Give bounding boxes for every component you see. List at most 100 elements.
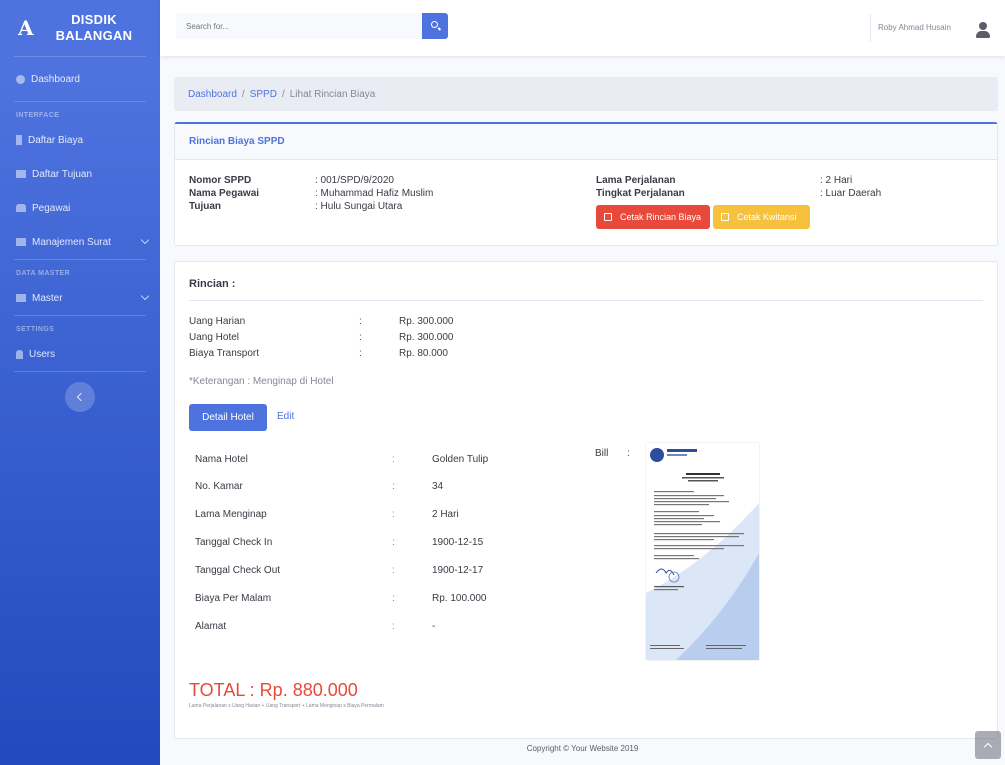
button-label: Cetak Kwitansi <box>737 212 797 222</box>
sidebar-divider <box>14 371 146 372</box>
dashboard-icon <box>16 74 25 84</box>
brand[interactable]: A DISDIK BALANGAN <box>0 0 160 56</box>
cost-colon: : <box>359 316 362 327</box>
hotel-label: Alamat <box>195 621 227 632</box>
chevron-down-icon <box>140 291 150 301</box>
breadcrumb-separator: / <box>281 88 285 100</box>
cost-value: Rp. 300.000 <box>399 332 454 343</box>
users-icon <box>16 204 26 212</box>
hotel-label: Lama Menginap <box>195 509 267 520</box>
cetak-kwitansi-button[interactable]: Cetak Kwitansi <box>713 205 810 229</box>
footer-copyright: Copyright © Your Website 2019 <box>526 744 639 753</box>
total-amount: TOTAL : Rp. 880.000 <box>189 680 358 700</box>
sidebar-heading-interface: INTERFACE <box>16 112 60 119</box>
nama-pegawai-label: Nama Pegawai <box>189 188 260 199</box>
cost-colon: : <box>359 332 362 343</box>
hotel-value: - <box>432 621 436 632</box>
sidebar-item-manajemen-surat[interactable]: Manajemen Surat <box>0 225 160 259</box>
cost-value: Rp. 300.000 <box>399 316 454 327</box>
hotel-colon: : <box>392 593 395 604</box>
cetak-rincian-biaya-button[interactable]: Cetak Rincian Biaya <box>596 205 710 229</box>
hotel-colon: : <box>392 509 395 520</box>
hotel-colon: : <box>392 481 395 492</box>
breadcrumb: Dashboard / SPPD / Lihat Rincian Biaya <box>174 77 998 111</box>
hotel-row: Alamat : - <box>195 621 515 635</box>
tingkat-perjalanan-label: Tingkat Perjalanan <box>596 188 685 199</box>
hotel-value: Rp. 100.000 <box>432 593 487 604</box>
list-icon <box>16 294 26 302</box>
hotel-row: Biaya Per Malam : Rp. 100.000 <box>195 593 515 607</box>
search-icon <box>431 21 438 28</box>
bill-document-thumbnail <box>646 443 759 660</box>
cost-colon: : <box>359 348 362 359</box>
hotel-label: Biaya Per Malam <box>195 593 272 604</box>
sidebar-heading-settings: SETTINGS <box>16 326 55 333</box>
brand-name: DISDIK BALANGAN <box>42 12 160 44</box>
hotel-value: 1900-12-15 <box>432 537 484 548</box>
list-icon <box>16 238 26 246</box>
nomor-sppd-value: : 001/SPD/9/2020 <box>315 175 394 186</box>
sidebar-item-users[interactable]: Users <box>0 337 160 371</box>
sidebar-item-label: Master <box>32 292 63 304</box>
tujuan-value: : Hulu Sungai Utara <box>315 201 403 212</box>
sidebar-heading-data-master: DATA MASTER <box>16 270 71 277</box>
cost-row: Uang Harian : Rp. 300.000 <box>189 316 589 329</box>
bill-label: Bill <box>595 448 609 459</box>
sidebar-item-label: Dashboard <box>31 73 80 85</box>
search-button[interactable] <box>422 13 448 39</box>
hotel-row: No. Kamar : 34 <box>195 481 515 495</box>
hotel-value: Golden Tulip <box>432 454 489 465</box>
hotel-colon: : <box>392 537 395 548</box>
button-label: Cetak Rincian Biaya <box>620 212 702 222</box>
total-formula: Lama Perjalanan x Uang Harian + Uang Tra… <box>189 703 384 709</box>
user-avatar-icon[interactable] <box>976 22 990 38</box>
edit-tab[interactable]: Edit <box>277 411 294 422</box>
topbar-divider <box>870 14 871 42</box>
brand-logo-icon: A <box>18 16 34 40</box>
sidebar-item-label: Daftar Biaya <box>28 134 84 146</box>
brand-line-2: BALANGAN <box>55 28 133 43</box>
sidebar-item-label: Daftar Tujuan <box>32 168 93 180</box>
cost-row: Biaya Transport : Rp. 80.000 <box>189 348 589 361</box>
sidebar-item-daftar-tujuan[interactable]: Daftar Tujuan <box>0 157 160 191</box>
hotel-row: Tanggal Check Out : 1900-12-17 <box>195 565 515 579</box>
cost-value: Rp. 80.000 <box>399 348 448 359</box>
sidebar-item-dashboard[interactable]: Dashboard <box>0 57 160 101</box>
scroll-to-top-button[interactable] <box>975 731 1001 759</box>
info-values-right: : 2 Hari : Luar Daerah <box>820 174 881 200</box>
breadcrumb-dashboard[interactable]: Dashboard <box>188 89 237 100</box>
detail-hotel-tab[interactable]: Detail Hotel <box>189 404 267 431</box>
tingkat-perjalanan-value: : Luar Daerah <box>820 188 882 199</box>
list-icon <box>16 170 26 178</box>
hotel-row: Lama Menginap : 2 Hari <box>195 509 515 523</box>
sidebar-item-daftar-biaya[interactable]: Daftar Biaya <box>0 123 160 157</box>
sidebar-item-label: Users <box>29 348 56 360</box>
hotel-colon: : <box>392 621 395 632</box>
hotel-value: 2 Hari <box>432 509 459 520</box>
hotel-row: Tanggal Check In : 1900-12-15 <box>195 537 515 551</box>
user-name[interactable]: Roby Ahmad Husain <box>878 23 951 32</box>
breadcrumb-sppd[interactable]: SPPD <box>250 89 277 100</box>
tujuan-label: Tujuan <box>189 201 222 212</box>
brand-line-1: DISDIK <box>71 12 117 27</box>
lama-perjalanan-value: : 2 Hari <box>820 175 853 186</box>
nama-pegawai-value: : Muhammad Hafiz Muslim <box>315 188 434 199</box>
hotel-label: Tanggal Check Out <box>195 565 281 576</box>
rincian-title: Rincian : <box>189 278 236 290</box>
hotel-value: 1900-12-17 <box>432 565 484 576</box>
print-icon <box>604 213 612 221</box>
sidebar-item-pegawai[interactable]: Pegawai <box>0 191 160 225</box>
cost-label: Biaya Transport <box>189 348 260 359</box>
sidebar-toggle-button[interactable] <box>65 382 95 412</box>
search-input[interactable] <box>176 13 422 39</box>
hotel-value: 34 <box>432 481 444 492</box>
sidebar-item-label: Pegawai <box>32 202 71 214</box>
bill-image[interactable] <box>646 443 759 660</box>
hotel-row: Nama Hotel : Golden Tulip <box>195 454 515 468</box>
breadcrumb-current: Lihat Rincian Biaya <box>289 88 376 100</box>
hotel-label: Nama Hotel <box>195 454 248 465</box>
hotel-label: No. Kamar <box>195 481 243 492</box>
sidebar-item-master[interactable]: Master <box>0 281 160 315</box>
lama-perjalanan-label: Lama Perjalanan <box>596 175 676 186</box>
chevron-down-icon <box>140 235 150 245</box>
